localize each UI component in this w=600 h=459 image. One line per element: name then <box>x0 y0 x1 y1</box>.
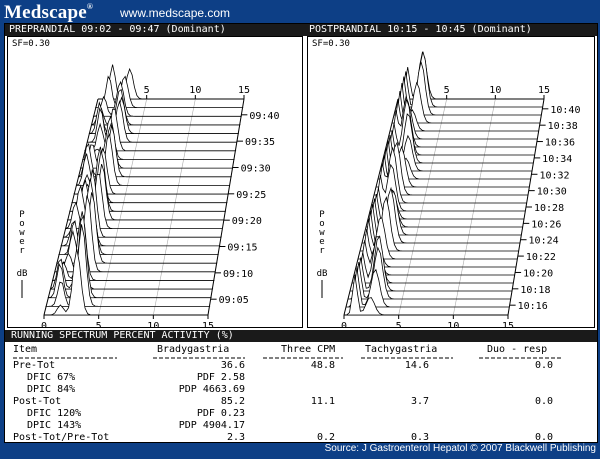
post-panel-title: POSTPRANDIAL 10:15 - 10:45 (Dominant) <box>305 24 597 36</box>
time-label: 10:34 <box>542 154 572 165</box>
table-cell-three: 48.8 <box>310 360 335 371</box>
y-axis-label-char: r <box>19 246 25 256</box>
time-label: 10:40 <box>550 105 580 116</box>
table-cell-three: 11.1 <box>310 396 335 407</box>
source-caption: Source: J Gastroenterol Hepatol © 2007 B… <box>324 443 596 454</box>
table-cell-item: DFIC 67% <box>27 372 76 383</box>
table-cell-item: Pre-Tot <box>13 360 56 371</box>
table-cell-three: 0.2 <box>316 432 335 443</box>
time-label: 10:38 <box>548 121 578 132</box>
time-label: 10:18 <box>520 285 550 296</box>
time-label: 09:20 <box>232 216 262 227</box>
figure-frame: PREPRANDIAL 09:02 - 09:47 (Dominant) SF=… <box>4 23 598 443</box>
top-tick-label: 10 <box>189 85 201 96</box>
top-tick-label: 15 <box>238 85 250 96</box>
medscape-logo: Medscape® <box>4 2 93 24</box>
table-cell-item: DFIC 120% <box>27 408 82 419</box>
time-label: 09:25 <box>236 190 266 201</box>
bottom-tick-label: 5 <box>396 321 402 327</box>
pre-spectrum-chart: 5 10 15 0 5 10 15 09:40 09:35 09:30 09:25 09:20 09:1… <box>17 64 279 327</box>
bottom-tick-label: 15 <box>202 321 214 327</box>
time-label: 09:15 <box>227 243 257 254</box>
grid-line <box>153 98 196 316</box>
time-label: 10:32 <box>539 170 569 181</box>
table-cell-brady: PDF 0.23 <box>196 408 245 419</box>
bottom-tick-label: 5 <box>96 321 102 327</box>
time-label: 09:30 <box>241 163 271 174</box>
top-tick-label: 15 <box>538 85 550 96</box>
time-label: 09:05 <box>219 295 249 306</box>
table-cell-item: DPIC 84% <box>27 384 76 395</box>
table-cell-brady: 36.6 <box>220 360 245 371</box>
bottom-tick-label: 15 <box>502 321 514 327</box>
time-label: 10:16 <box>518 301 548 312</box>
logo-mark: ® <box>86 2 94 11</box>
top-tick-label: 10 <box>489 85 501 96</box>
table-cell-duo: 0.0 <box>534 360 553 371</box>
time-label: 10:22 <box>526 252 556 263</box>
table-cell-brady: PDF 2.58 <box>196 372 245 383</box>
table-cell-tachy: 0.3 <box>410 432 429 443</box>
time-label: 10:30 <box>537 187 567 198</box>
top-tick-label: 5 <box>144 85 150 96</box>
table-cell-duo: 0.0 <box>534 396 553 407</box>
y-axis-unit: dB <box>317 269 328 279</box>
time-label: 10:20 <box>523 268 553 279</box>
table-cell-brady: 2.3 <box>226 432 245 443</box>
table-cell-brady: PDP 4663.69 <box>178 384 245 395</box>
time-label: 10:24 <box>529 236 559 247</box>
time-label: 10:28 <box>534 203 564 214</box>
bottom-tick-label: 0 <box>41 321 47 327</box>
table-cell-brady: PDP 4904.17 <box>178 420 245 431</box>
table-cell-item: Post-Tot/Pre-Tot <box>13 432 110 443</box>
top-tick-label: 5 <box>444 85 450 96</box>
table-cell-brady: 85.2 <box>220 396 245 407</box>
table-cell-item: DPIC 143% <box>27 420 82 431</box>
table-title: RUNNING SPECTRUM PERCENT ACTIVITY (%) <box>5 330 597 342</box>
depth-axis-right <box>207 98 245 316</box>
table-cell-tachy: 3.7 <box>410 396 429 407</box>
y-axis-label-char: r <box>319 246 325 256</box>
site-url[interactable]: www.medscape.com <box>120 6 230 20</box>
pre-panel: SF=0.30 5 10 15 0 5 10 15 09:40 09:35 09:30 09:25 0… <box>7 36 303 328</box>
time-label: 10:36 <box>545 138 575 149</box>
time-label: 09:35 <box>245 137 275 148</box>
bottom-tick-label: 0 <box>341 321 347 327</box>
table-cell-duo: 0.0 <box>534 432 553 443</box>
bottom-tick-label: 10 <box>147 321 159 327</box>
post-spectrum-chart: 5 10 150 5 10 1510:4010:3810:3610:3410:3210:3… <box>317 51 580 327</box>
y-axis-unit: dB <box>17 269 28 279</box>
post-panel: SF=0.30 5 10 15 0 5 10 15 10:40 10:38 10:36 10:34 1… <box>307 36 595 328</box>
table-cell-item: Post-Tot <box>13 396 62 407</box>
time-label: 09:40 <box>249 111 279 122</box>
table-cell-tachy: 14.6 <box>404 360 429 371</box>
logo-text: Medscape <box>4 2 87 23</box>
pre-panel-title: PREPRANDIAL 09:02 - 09:47 (Dominant) <box>5 24 305 36</box>
time-label: 09:10 <box>223 269 253 280</box>
bottom-tick-label: 10 <box>447 321 459 327</box>
time-label: 10:26 <box>531 219 561 230</box>
